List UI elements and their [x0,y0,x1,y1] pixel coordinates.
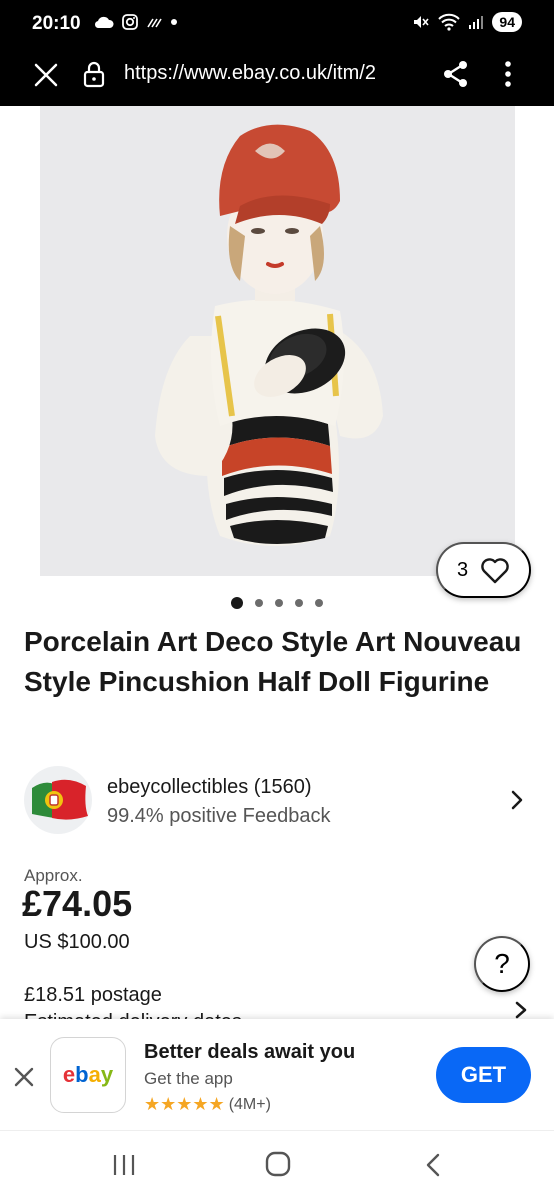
banner-subtitle: Get the app [144,1069,233,1088]
carousel-dot[interactable] [255,599,263,607]
close-icon[interactable] [13,1066,35,1088]
price-usd: US $100.00 [24,931,130,953]
cloud-icon [94,16,114,29]
instagram-icon [122,14,138,30]
app-install-banner: ebay Better deals await you Get the app … [0,1019,554,1130]
system-nav-bar [0,1130,554,1200]
seller-avatar [24,766,92,834]
carousel-dot[interactable] [315,599,323,607]
carousel-dot[interactable] [295,599,303,607]
portugal-flag-icon [32,779,88,820]
close-icon[interactable] [32,61,60,89]
wifi-icon [438,13,461,31]
seller-name[interactable]: ebeycollectibles (1560) [107,776,312,799]
status-time: 20:10 [32,13,81,34]
carousel-indicator [231,597,323,609]
watch-button[interactable]: 3 [436,542,531,598]
recents-icon[interactable] [110,1153,138,1177]
mute-icon [414,16,430,28]
ebay-logo: ebay [50,1037,126,1113]
rating-count: (4M+) [228,1095,271,1113]
star-rating-icon: ★★★★★ [144,1094,225,1114]
listing-title: Porcelain Art Deco Style Art Nouveau Sty… [24,626,522,697]
home-icon[interactable] [265,1151,291,1177]
app-rating: ★★★★★ (4M+) [144,1094,271,1115]
heart-icon [481,557,509,583]
cell-signal-icon [469,16,484,29]
status-right-icons: 94 [412,12,522,32]
watch-count: 3 [456,558,469,581]
signal-lines-icon [147,18,162,28]
back-icon[interactable] [424,1152,442,1178]
help-button[interactable]: ? [474,936,530,992]
postage-cost: £18.51 postage [24,984,162,1006]
url-text[interactable]: https://www.ebay.co.uk/itm/2 [124,62,422,85]
seller-feedback: 99.4% positive Feedback [107,805,331,827]
dot-icon [171,19,177,25]
product-image[interactable] [40,106,515,576]
seller-row[interactable]: ebeycollectibles (1560) 99.4% positive F… [24,766,534,834]
get-app-button[interactable]: GET [436,1047,531,1103]
carousel-dot[interactable] [275,599,283,607]
price-gbp: £74.05 [22,883,133,924]
chevron-right-icon[interactable] [510,789,524,811]
status-left-icons [94,14,178,30]
battery-indicator: 94 [492,12,522,32]
status-bar: 20:10 94 [0,0,554,48]
browser-url-bar: https://www.ebay.co.uk/itm/2 [0,48,554,106]
banner-headline: Better deals await you [144,1041,356,1063]
lock-icon[interactable] [82,60,106,88]
more-vert-icon[interactable] [496,59,520,89]
chevron-right-icon[interactable] [514,1000,528,1020]
carousel-dot[interactable] [231,597,243,609]
product-image-carousel[interactable] [0,106,554,576]
share-icon[interactable] [441,59,471,89]
